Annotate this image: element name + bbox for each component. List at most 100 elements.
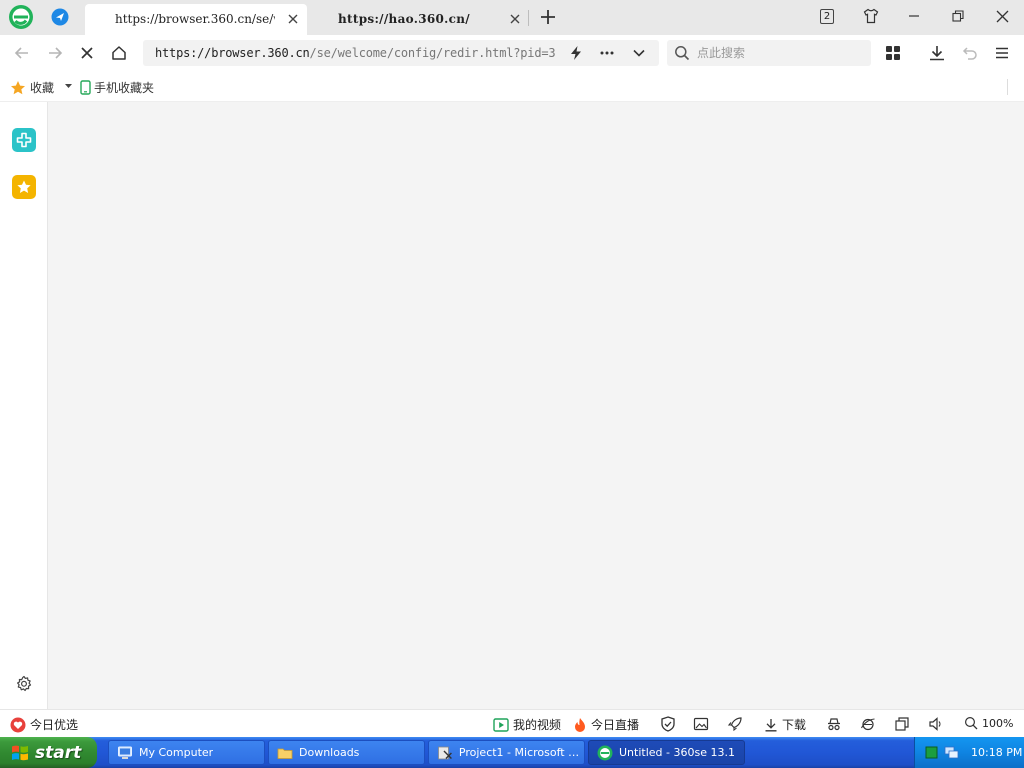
favorites-dropdown-button[interactable] — [64, 83, 73, 89]
tab-list-button[interactable]: 2 — [812, 4, 842, 28]
tab-title: https://browser.360.cn/se/welcome/config… — [115, 12, 275, 26]
favorites-button[interactable]: 收藏 — [10, 79, 54, 96]
plus-puzzle-icon — [16, 132, 32, 148]
window-restore-icon[interactable] — [894, 716, 910, 732]
back-button[interactable] — [12, 43, 32, 63]
more-options-button[interactable] — [599, 45, 615, 61]
more-dots-icon — [600, 51, 614, 55]
hamburger-menu-icon — [996, 47, 1008, 59]
tab-title: https://hao.360.cn/ — [338, 12, 470, 26]
browser-title-bar: https://browser.360.cn/se/welcome/config… — [0, 0, 1024, 35]
bookmark-bar-divider — [1007, 79, 1008, 95]
taskbar-item-label: Untitled - 360se 13.1 — [619, 746, 735, 759]
send-arrow-icon[interactable] — [51, 8, 69, 26]
mobile-favorites-label: 手机收藏夹 — [94, 81, 155, 95]
tab-active[interactable]: https://browser.360.cn/se/welcome/config… — [85, 4, 307, 35]
home-button[interactable] — [109, 43, 129, 63]
forward-button[interactable] — [45, 43, 65, 63]
folder-icon — [277, 748, 293, 759]
minimize-button[interactable] — [899, 4, 929, 28]
speaker-icon[interactable] — [928, 716, 944, 732]
main-menu-button[interactable] — [992, 43, 1012, 63]
screenshot-image-icon[interactable] — [693, 716, 709, 732]
gear-icon — [17, 675, 32, 692]
windows-taskbar: start My Computer Downloads Project1 - M… — [0, 737, 1024, 768]
sidebar-favorites-button[interactable] — [12, 175, 36, 199]
arrow-right-icon — [49, 47, 63, 59]
zoom-level-label: 100% — [982, 716, 1014, 730]
skin-shirt-button[interactable] — [856, 4, 886, 28]
green-app-tray-icon[interactable] — [925, 746, 938, 759]
stop-x-icon — [81, 47, 93, 59]
speed-mode-button[interactable] — [568, 45, 584, 61]
stop-loading-button[interactable] — [77, 43, 97, 63]
address-dropdown-button[interactable] — [631, 45, 647, 61]
sidebar-add-app-button[interactable] — [12, 128, 36, 152]
live-today-label: 今日直播 — [591, 718, 640, 732]
download-icon — [765, 718, 777, 731]
mobile-favorites-button[interactable]: 手机收藏夹 — [80, 79, 154, 96]
taskbar-item-360se[interactable]: Untitled - 360se 13.1 — [588, 740, 745, 765]
restore-icon — [952, 10, 964, 22]
magnifier-icon — [964, 716, 978, 730]
minimize-icon — [909, 15, 919, 17]
undo-close-button[interactable] — [960, 43, 980, 63]
star-icon — [11, 80, 25, 94]
start-label: start — [35, 742, 82, 763]
grid-apps-icon — [886, 46, 900, 60]
ie-compat-icon[interactable] — [860, 716, 876, 732]
taskbar-item-label: Downloads — [299, 746, 360, 759]
new-tab-plus-icon[interactable] — [539, 8, 557, 26]
bookmark-bar: 收藏 手机收藏夹 — [0, 70, 1024, 102]
browser-360-logo-icon[interactable] — [8, 4, 34, 30]
browser-360-icon — [597, 745, 613, 760]
close-window-button[interactable] — [987, 4, 1017, 28]
star-icon — [17, 180, 31, 193]
search-icon — [675, 46, 690, 61]
downloads-label: 下载 — [782, 718, 807, 732]
restore-button[interactable] — [943, 4, 973, 28]
my-videos-label: 我的视频 — [513, 718, 562, 732]
shield-icon[interactable] — [660, 716, 676, 732]
tab-divider — [528, 10, 529, 26]
taskbar-item-my-computer[interactable]: My Computer — [108, 740, 265, 765]
network-tray-icon[interactable] — [944, 745, 959, 760]
mobile-phone-icon — [80, 80, 91, 95]
taskbar-item-downloads[interactable]: Downloads — [268, 740, 425, 765]
undo-icon — [962, 47, 977, 60]
address-path: /se/welcome/config/redir.html?pid=3( — [309, 46, 557, 60]
rocket-icon[interactable] — [727, 716, 743, 732]
sidebar-settings-button[interactable] — [12, 672, 36, 696]
vb-project-icon — [438, 746, 452, 759]
address-host: https://browser.360.cn — [155, 46, 310, 60]
my-videos-button[interactable]: 我的视频 — [493, 716, 561, 733]
address-url[interactable]: https://browser.360.cn/se/welcome/config… — [155, 46, 557, 60]
heart-icon — [10, 717, 26, 732]
arrow-left-icon — [14, 47, 28, 59]
download-icon — [930, 46, 944, 61]
system-tray: 10:18 PM — [914, 737, 1024, 768]
apps-button[interactable] — [883, 43, 903, 63]
taskbar-item-label: Project1 - Microsoft V... — [458, 746, 584, 759]
download-button[interactable] — [927, 43, 947, 63]
browser-status-bar: 今日优选 我的视频 今日直播 下载 100% — [0, 709, 1024, 737]
incognito-icon[interactable] — [826, 716, 842, 732]
close-icon[interactable] — [287, 13, 299, 25]
play-video-icon — [493, 717, 509, 732]
live-today-button[interactable]: 今日直播 — [573, 716, 639, 733]
zoom-level-button[interactable]: 100% — [964, 716, 1013, 730]
tab-count-badge: 2 — [820, 8, 834, 24]
page-content-area[interactable] — [48, 102, 1024, 709]
close-icon[interactable] — [509, 13, 521, 25]
tab-inactive[interactable]: https://hao.360.cn/ — [307, 4, 529, 35]
downloads-button[interactable]: 下载 — [764, 716, 806, 733]
address-bar[interactable]: https://browser.360.cn/se/welcome/config… — [143, 40, 659, 66]
chevron-down-icon — [633, 49, 645, 57]
caret-down-icon — [65, 84, 72, 88]
search-box[interactable] — [667, 40, 871, 66]
search-input[interactable] — [697, 43, 867, 63]
start-button[interactable]: start — [0, 737, 97, 768]
taskbar-item-project1[interactable]: Project1 - Microsoft V... — [428, 740, 585, 765]
home-icon — [112, 46, 126, 60]
daily-picks-button[interactable]: 今日优选 — [10, 716, 78, 733]
